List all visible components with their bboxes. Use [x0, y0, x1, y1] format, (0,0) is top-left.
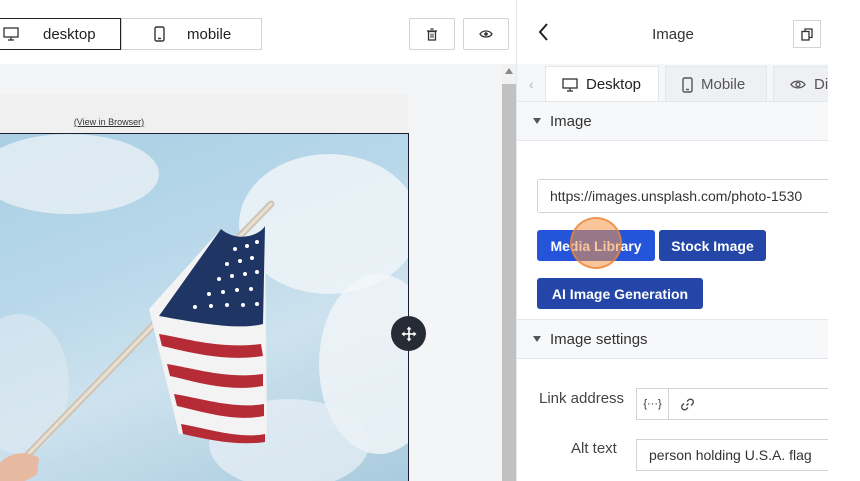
- delete-button[interactable]: [409, 18, 455, 50]
- panel-header: Image: [517, 0, 829, 64]
- move-handle[interactable]: [391, 316, 426, 351]
- mobile-view-label: mobile: [187, 25, 232, 43]
- move-arrows-icon: [401, 326, 416, 341]
- tab-mobile-label: Mobile: [701, 76, 746, 93]
- canvas-scroll-thumb[interactable]: [502, 84, 516, 481]
- outside-area: [828, 0, 860, 481]
- image-section-title: Image: [550, 112, 592, 130]
- monitor-icon: [3, 27, 19, 41]
- properties-panel: Image ‹ Desktop Mobile Di Image https://…: [516, 0, 838, 481]
- view-in-browser-link[interactable]: (View in Browser): [0, 117, 218, 127]
- link-address-input[interactable]: [668, 388, 838, 420]
- tab-display[interactable]: Di: [773, 66, 829, 101]
- trash-icon: [427, 27, 437, 41]
- monitor-icon: [562, 77, 578, 92]
- phone-icon: [682, 76, 693, 93]
- duplicate-button[interactable]: [793, 20, 821, 48]
- insert-variable-button[interactable]: {···}: [636, 388, 669, 420]
- flag-image: [0, 134, 408, 481]
- scroll-up-arrow-icon[interactable]: [505, 68, 513, 74]
- image-settings-title: Image settings: [550, 330, 648, 348]
- tab-mobile[interactable]: Mobile: [665, 66, 767, 101]
- eye-icon: [479, 30, 493, 38]
- desktop-view-label: desktop: [43, 25, 96, 43]
- preview-button[interactable]: [463, 18, 509, 50]
- selected-image-block[interactable]: [0, 133, 409, 481]
- caret-down-icon: [533, 336, 541, 342]
- mobile-view-button[interactable]: mobile: [121, 18, 262, 50]
- link-address-label: Link address: [539, 390, 625, 407]
- tab-desktop-label: Desktop: [586, 76, 642, 93]
- eye-icon: [790, 80, 806, 89]
- phone-icon: [154, 26, 165, 42]
- link-icon: [681, 398, 694, 410]
- caret-down-icon: [533, 118, 541, 124]
- editor-toolbar: desktop mobile: [0, 0, 516, 64]
- image-url-input[interactable]: https://images.unsplash.com/photo-1530: [537, 179, 837, 213]
- alt-text-label: Alt text: [571, 440, 617, 457]
- alt-text-input[interactable]: person holding U.S.A. flag: [636, 439, 836, 471]
- email-editor: desktop mobile (View in Browser) Image ‹…: [0, 0, 860, 481]
- stock-image-button[interactable]: Stock Image: [659, 230, 766, 261]
- device-tabs: ‹ Desktop Mobile Di: [517, 64, 829, 102]
- tabs-scroll-left-icon[interactable]: ‹: [529, 76, 534, 92]
- click-indicator: [570, 217, 622, 269]
- ai-image-generation-button[interactable]: AI Image Generation: [537, 278, 703, 309]
- tab-desktop[interactable]: Desktop: [545, 66, 659, 101]
- image-settings-section-header[interactable]: Image settings: [517, 319, 829, 359]
- desktop-view-button[interactable]: desktop: [0, 18, 121, 50]
- copy-icon: [801, 27, 813, 41]
- panel-title: Image: [652, 26, 694, 43]
- image-section-header[interactable]: Image: [517, 101, 829, 141]
- tab-display-label: Di: [814, 76, 829, 93]
